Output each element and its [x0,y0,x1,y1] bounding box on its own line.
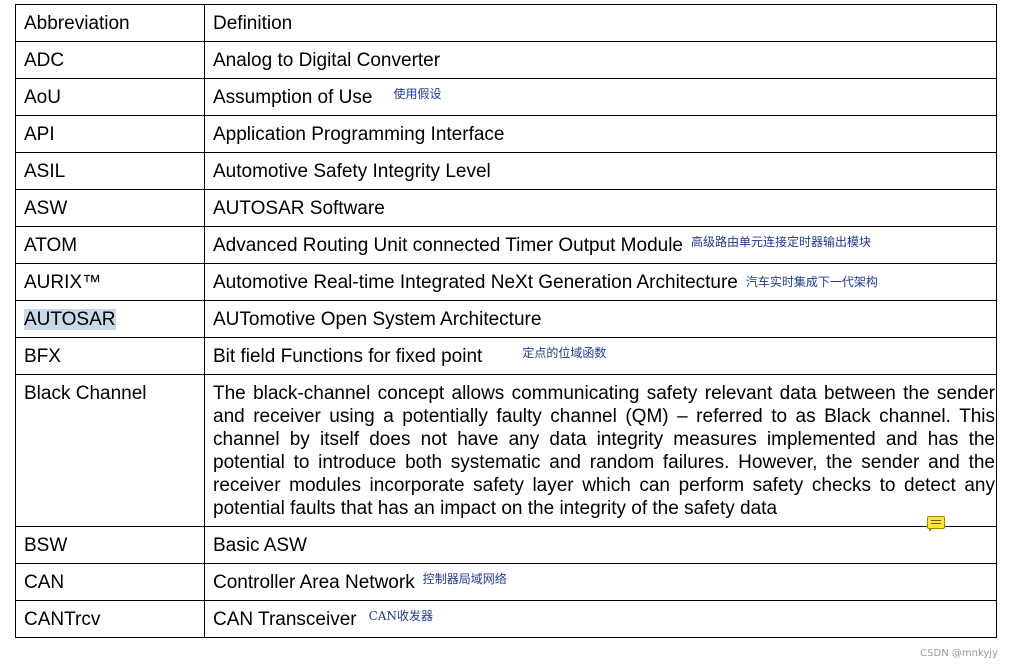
translation-note: 使用假设 [393,87,442,101]
definition-cell: The black-channel concept allows communi… [204,374,997,527]
definition-cell: AUTOSAR Software [204,189,997,227]
definition-text: Controller Area Network [213,572,415,593]
definition-cell: Analog to Digital Converter [204,41,997,79]
definition-cell: Assumption of Use 使用假设 [204,78,997,116]
translation-note: 控制器局域网络 [422,572,507,586]
abbr-cell: Black Channel [15,374,205,527]
table-row: CANTrcv CAN Transceiver CAN收发器 [15,600,997,638]
table-row: ATOM Advanced Routing Unit connected Tim… [15,226,997,264]
definition-text: Automotive Real-time Integrated NeXt Gen… [213,272,738,293]
abbr-cell: AUTOSAR [15,300,205,338]
definition-cell: AUTomotive Open System Architecture [204,300,997,338]
definition-text: Basic ASW [213,535,307,556]
abbr-cell: CAN [15,563,205,601]
abbreviation-table: Abbreviation Definition ADC Analog to Di… [15,4,997,638]
table-row: AURIX™ Automotive Real-time Integrated N… [15,263,997,301]
table-row: BSW Basic ASW [15,526,997,564]
abbr-cell: CANTrcv [15,600,205,638]
watermark: CSDN @mnkyjy [920,648,998,659]
definition-text: CAN Transceiver [213,609,357,630]
abbr-cell: ATOM [15,226,205,264]
definition-cell: Automotive Real-time Integrated NeXt Gen… [204,263,997,301]
header-abbreviation: Abbreviation [15,4,205,42]
definition-text: AUTomotive Open System Architecture [213,309,542,330]
table-row: ADC Analog to Digital Converter [15,41,997,79]
header-definition: Definition [204,4,997,42]
highlighted-abbr: AUTOSAR [24,309,116,330]
definition-cell: Advanced Routing Unit connected Timer Ou… [204,226,997,264]
translation-note: 定点的位域函数 [522,346,607,360]
table-row: AoU Assumption of Use 使用假设 [15,78,997,116]
table-row: API Application Programming Interface [15,115,997,153]
definition-cell: CAN Transceiver CAN收发器 [204,600,997,638]
table-row: CAN Controller Area Network 控制器局域网络 [15,563,997,601]
translation-note: 高级路由单元连接定时器输出模块 [691,235,872,249]
abbr-cell: ASW [15,189,205,227]
definition-text: Application Programming Interface [213,124,505,145]
definition-text: Analog to Digital Converter [213,50,441,71]
abbr-cell: BFX [15,337,205,375]
definition-text: Advanced Routing Unit connected Timer Ou… [213,235,683,256]
definition-text: AUTOSAR Software [213,198,385,219]
abbr-cell: AoU [15,78,205,116]
definition-cell: Bit field Functions for fixed point 定点的位域… [204,337,997,375]
definition-cell: Controller Area Network 控制器局域网络 [204,563,997,601]
abbr-cell: AURIX™ [15,263,205,301]
table-row: ASIL Automotive Safety Integrity Level [15,152,997,190]
abbr-cell: BSW [15,526,205,564]
definition-text: Bit field Functions for fixed point [213,346,483,367]
abbr-cell: API [15,115,205,153]
abbr-cell: ADC [15,41,205,79]
definition-cell: Application Programming Interface [204,115,997,153]
table-row: AUTOSAR AUTomotive Open System Architect… [15,300,997,338]
table-row: ASW AUTOSAR Software [15,189,997,227]
definition-cell: Automotive Safety Integrity Level [204,152,997,190]
table-row: Black Channel The black-channel concept … [15,374,997,527]
table-row: BFX Bit field Functions for fixed point 定… [15,337,997,375]
definition-text: Automotive Safety Integrity Level [213,161,491,182]
abbr-cell: ASIL [15,152,205,190]
comment-note-tail [929,528,933,532]
translation-note: CAN收发器 [368,609,433,623]
definition-text: Assumption of Use [213,87,373,108]
table-header-row: Abbreviation Definition [15,4,997,42]
definition-cell: Basic ASW [204,526,997,564]
translation-note: 汽车实时集成下一代架构 [745,275,878,289]
